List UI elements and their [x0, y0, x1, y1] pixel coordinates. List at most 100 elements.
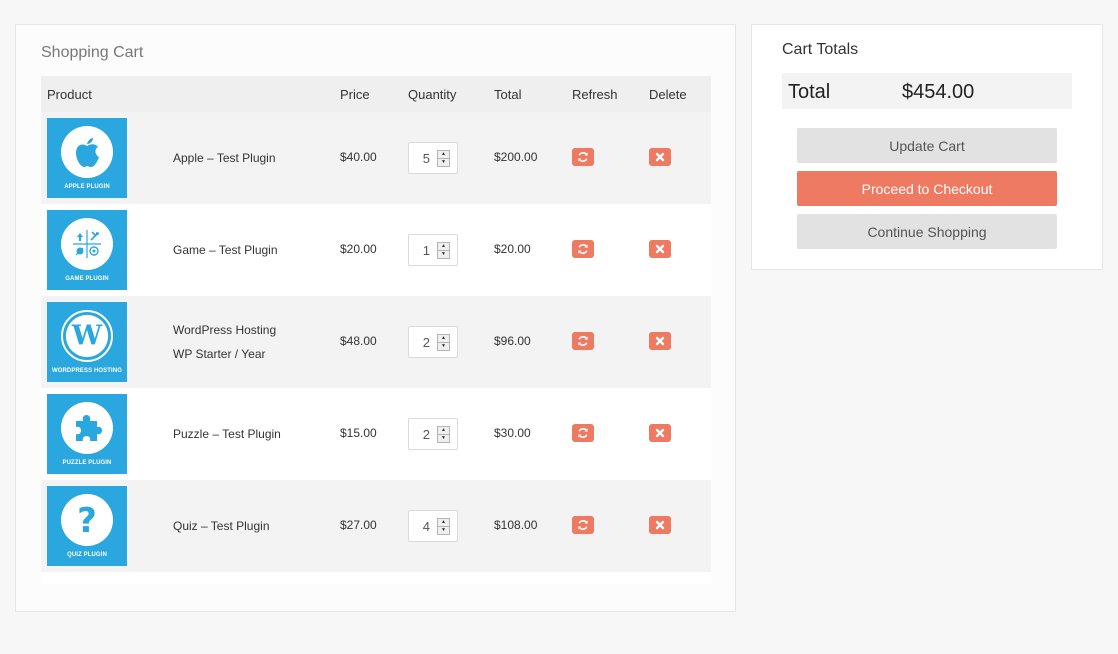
product-name-line[interactable]: Game – Test Plugin — [173, 238, 278, 262]
line-total: $200.00 — [494, 150, 538, 164]
cart-totals-panel: Cart Totals Total $454.00 Update Cart Pr… — [751, 24, 1103, 270]
product-name[interactable]: WordPress Hosting WP Starter / Year — [173, 318, 276, 366]
product-price: $15.00 — [340, 426, 377, 440]
line-total: $96.00 — [494, 334, 531, 348]
close-icon — [655, 336, 665, 346]
refresh-button[interactable] — [572, 148, 594, 166]
table-row: W WORDPRESS HOSTING WordPress Hosting WP… — [41, 296, 711, 388]
product-price: $27.00 — [340, 518, 377, 532]
table-row: APPLE PLUGIN Apple – Test Plugin $40.00 … — [41, 112, 711, 204]
quantity-value[interactable]: 4 — [423, 519, 430, 534]
quantity-value[interactable]: 5 — [423, 151, 430, 166]
game-icon — [73, 230, 101, 258]
question-icon: ? — [77, 502, 97, 538]
product-thumbnail[interactable]: W WORDPRESS HOSTING — [47, 302, 127, 382]
quantity-spinner[interactable]: ▲ ▼ — [437, 518, 450, 535]
table-row: PUZZLE PLUGIN Puzzle – Test Plugin $15.0… — [41, 388, 711, 480]
product-name[interactable]: Apple – Test Plugin — [173, 146, 276, 170]
product-name-line[interactable]: Puzzle – Test Plugin — [173, 422, 281, 446]
refresh-button[interactable] — [572, 424, 594, 442]
delete-button[interactable] — [649, 332, 671, 350]
close-icon — [655, 244, 665, 254]
proceed-to-checkout-button[interactable]: Proceed to Checkout — [797, 171, 1057, 206]
update-cart-button[interactable]: Update Cart — [797, 128, 1057, 163]
product-thumbnail-caption: WORDPRESS HOSTING — [51, 368, 123, 374]
column-header-product: Product — [47, 87, 92, 102]
quantity-value[interactable]: 2 — [423, 427, 430, 442]
column-header-total: Total — [494, 87, 522, 102]
cart-title: Shopping Cart — [41, 44, 144, 61]
refresh-icon — [578, 428, 588, 438]
table-header: Product Price Quantity Total Refresh Del… — [41, 76, 711, 112]
spin-down-icon[interactable]: ▼ — [438, 250, 449, 258]
quantity-value[interactable]: 1 — [423, 243, 430, 258]
delete-button[interactable] — [649, 516, 671, 534]
quantity-value[interactable]: 2 — [423, 335, 430, 350]
product-price: $48.00 — [340, 334, 377, 348]
line-total: $108.00 — [494, 518, 538, 532]
delete-button[interactable] — [649, 240, 671, 258]
close-icon — [655, 152, 665, 162]
shopping-cart-panel: Shopping Cart Product Price Quantity Tot… — [15, 24, 736, 612]
product-thumbnail[interactable]: APPLE PLUGIN — [47, 118, 127, 198]
cart-totals-title: Cart Totals — [782, 41, 859, 58]
product-price: $20.00 — [340, 242, 377, 256]
refresh-icon — [578, 152, 588, 162]
column-header-quantity: Quantity — [408, 87, 457, 102]
table-footer-spacer — [41, 572, 711, 584]
product-thumbnail[interactable]: PUZZLE PLUGIN — [47, 394, 127, 474]
quantity-stepper[interactable]: 5 ▲ ▼ — [408, 142, 458, 174]
quantity-spinner[interactable]: ▲ ▼ — [437, 426, 450, 443]
spin-down-icon[interactable]: ▼ — [438, 342, 449, 350]
product-name-line[interactable]: Quiz – Test Plugin — [173, 514, 270, 538]
wordpress-icon: W — [65, 314, 109, 358]
product-thumbnail-caption: PUZZLE PLUGIN — [62, 460, 112, 466]
product-name[interactable]: Puzzle – Test Plugin — [173, 422, 281, 446]
product-thumbnail-caption: GAME PLUGIN — [65, 276, 109, 282]
refresh-icon — [578, 336, 588, 346]
quantity-spinner[interactable]: ▲ ▼ — [437, 242, 450, 259]
refresh-button[interactable] — [572, 332, 594, 350]
refresh-icon — [578, 520, 588, 530]
close-icon — [655, 520, 665, 530]
line-total: $30.00 — [494, 426, 531, 440]
product-price: $40.00 — [340, 150, 377, 164]
column-header-refresh: Refresh — [572, 87, 618, 102]
product-thumbnail-caption: APPLE PLUGIN — [64, 184, 110, 190]
table-row: ? QUIZ PLUGIN Quiz – Test Plugin $27.00 … — [41, 480, 711, 572]
product-name-line[interactable]: WordPress Hosting — [173, 318, 276, 342]
total-value: $454.00 — [902, 81, 975, 103]
column-header-delete: Delete — [649, 87, 687, 102]
delete-button[interactable] — [649, 424, 671, 442]
product-name[interactable]: Quiz – Test Plugin — [173, 514, 270, 538]
quantity-stepper[interactable]: 2 ▲ ▼ — [408, 418, 458, 450]
spin-down-icon[interactable]: ▼ — [438, 158, 449, 166]
product-thumbnail[interactable]: GAME PLUGIN — [47, 210, 127, 290]
product-name[interactable]: Game – Test Plugin — [173, 238, 278, 262]
total-row: Total $454.00 — [782, 73, 1072, 109]
quantity-stepper[interactable]: 2 ▲ ▼ — [408, 326, 458, 358]
svg-text:W: W — [71, 321, 103, 352]
table-row: GAME PLUGIN Game – Test Plugin $20.00 1 … — [41, 204, 711, 296]
spin-down-icon[interactable]: ▼ — [438, 526, 449, 534]
line-total: $20.00 — [494, 242, 531, 256]
puzzle-icon — [76, 415, 102, 441]
quantity-spinner[interactable]: ▲ ▼ — [437, 150, 450, 167]
refresh-icon — [578, 244, 588, 254]
quantity-spinner[interactable]: ▲ ▼ — [437, 334, 450, 351]
delete-button[interactable] — [649, 148, 671, 166]
continue-shopping-button[interactable]: Continue Shopping — [797, 214, 1057, 249]
apple-icon — [76, 138, 99, 167]
quantity-stepper[interactable]: 1 ▲ ▼ — [408, 234, 458, 266]
product-thumbnail-caption: QUIZ PLUGIN — [67, 552, 107, 558]
refresh-button[interactable] — [572, 240, 594, 258]
product-variation: WP Starter / Year — [173, 347, 266, 361]
quantity-stepper[interactable]: 4 ▲ ▼ — [408, 510, 458, 542]
product-thumbnail[interactable]: ? QUIZ PLUGIN — [47, 486, 127, 566]
total-label: Total — [788, 81, 831, 103]
product-name-line[interactable]: Apple – Test Plugin — [173, 146, 276, 170]
svg-text:?: ? — [77, 502, 97, 538]
cart-table: Product Price Quantity Total Refresh Del… — [41, 76, 711, 584]
refresh-button[interactable] — [572, 516, 594, 534]
spin-down-icon[interactable]: ▼ — [438, 434, 449, 442]
